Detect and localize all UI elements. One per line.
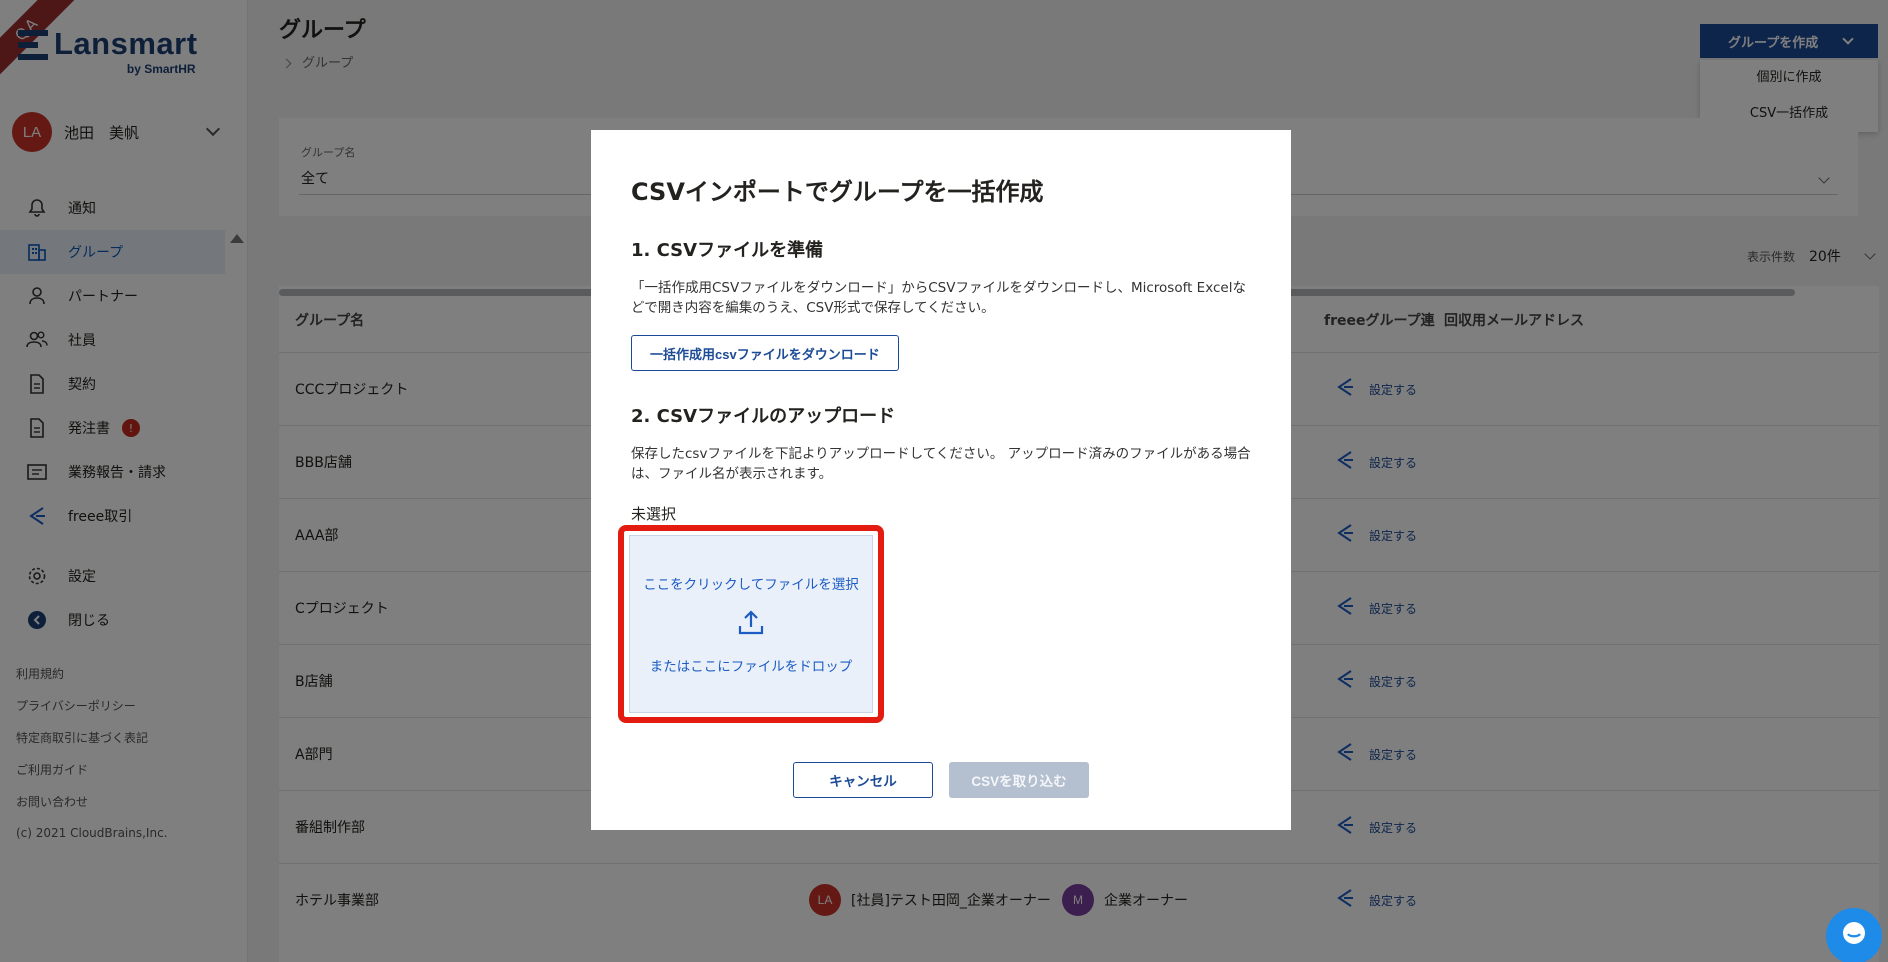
chat-button[interactable]	[1826, 908, 1882, 962]
download-csv-button[interactable]: 一括作成用csvファイルをダウンロード	[631, 335, 899, 371]
step1-title: 1. CSVファイルを準備	[631, 240, 824, 261]
chat-icon	[1839, 919, 1869, 953]
upload-icon	[736, 607, 766, 641]
step2-text: 保存したcsvファイルを下記よりアップロードしてください。 アップロード済みのフ…	[631, 446, 1251, 482]
modal-title: CSVインポートでグループを一括作成	[631, 178, 1044, 206]
dropzone-click-text: ここをクリックしてファイルを選択	[643, 577, 859, 593]
import-csv-button[interactable]: CSVを取り込む	[949, 762, 1089, 798]
step1-text: 「一括作成用CSVファイルをダウンロード」からCSVファイルをダウンロードし、M…	[631, 280, 1246, 316]
cancel-button[interactable]: キャンセル	[793, 762, 933, 798]
file-status: 未選択	[631, 505, 677, 523]
step2-title: 2. CSVファイルのアップロード	[631, 406, 896, 427]
csv-import-modal: CSVインポートでグループを一括作成 1. CSVファイルを準備 「一括作成用C…	[591, 130, 1291, 830]
file-dropzone[interactable]: ここをクリックしてファイルを選択 またはここにファイルをドロップ	[629, 535, 873, 713]
dropzone-drop-text: またはここにファイルをドロップ	[649, 659, 853, 675]
